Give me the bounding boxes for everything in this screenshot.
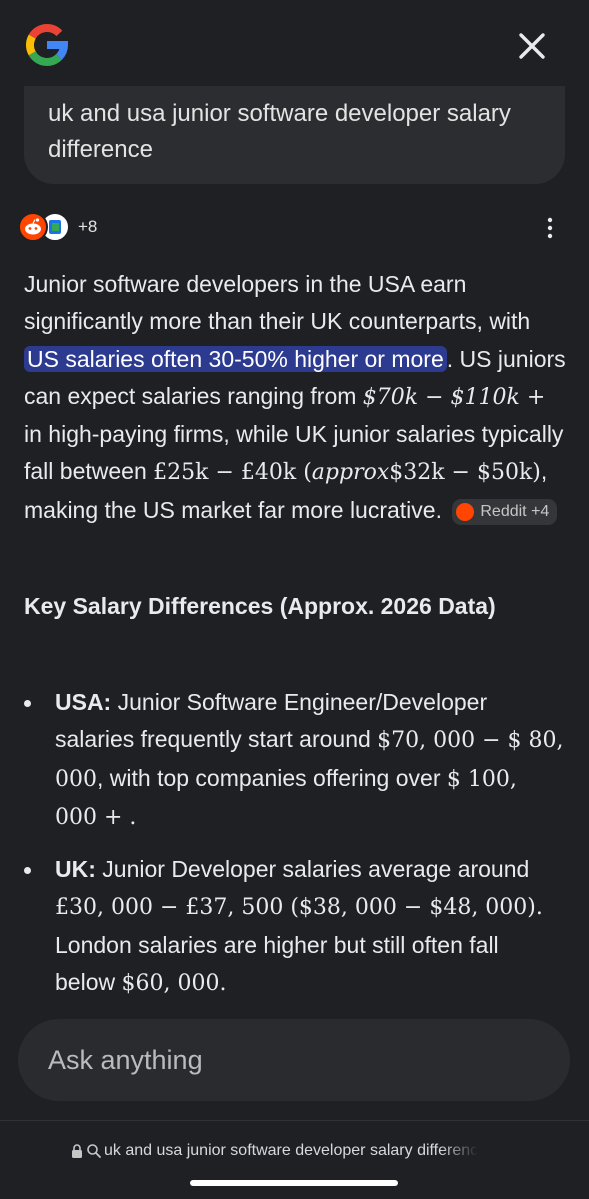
- search-icon: [87, 1144, 101, 1158]
- list-item: USA: Junior Software Engineer/Developer …: [24, 684, 564, 836]
- bullet-list: USA: Junior Software Engineer/Developer …: [24, 684, 564, 836]
- answer-highlight: US salaries often 30-50% higher or more: [24, 345, 447, 372]
- bullet-list: UK: Junior Developer salaries average ar…: [24, 851, 564, 1002]
- query-text: uk and usa junior software developer sal…: [48, 100, 511, 163]
- google-g-logo-icon: [25, 23, 69, 66]
- url-text: uk and usa junior software developer sal…: [104, 1142, 479, 1159]
- list-item: UK: Junior Developer salaries average ar…: [24, 851, 564, 1002]
- bullet-dot: [24, 700, 31, 707]
- url-bar[interactable]: uk and usa junior software developer sal…: [70, 1140, 520, 1162]
- citation-chip[interactable]: Reddit +4: [452, 498, 558, 525]
- divider: [0, 1120, 589, 1121]
- more-vert-icon: [547, 217, 553, 239]
- lock-icon: [72, 1144, 82, 1158]
- bullet-text: , with top companies offering over: [97, 764, 447, 791]
- google-logo: [22, 20, 72, 70]
- ai-answer-paragraph: Junior software developers in the USA ea…: [24, 266, 569, 529]
- home-indicator[interactable]: [190, 1180, 398, 1186]
- query-bubble: uk and usa junior software developer sal…: [24, 86, 565, 184]
- bullet-dot: [24, 867, 31, 874]
- sources-row[interactable]: +8: [18, 210, 97, 244]
- answer-text: Junior software developers in the USA ea…: [24, 271, 531, 335]
- reddit-icon: [456, 502, 475, 521]
- more-options-button[interactable]: [538, 216, 562, 240]
- section-heading: Key Salary Differences (Approx. 2026 Dat…: [24, 593, 496, 619]
- math-range-uk: £25k − £40k (: [153, 460, 312, 486]
- ask-placeholder: Ask anything: [48, 1044, 203, 1075]
- bullet-math: £30, 000 − £37, 500 ($38, 000 − $48, 000…: [55, 895, 543, 921]
- bullet-label: USA:: [55, 689, 112, 715]
- reddit-icon: [18, 212, 48, 242]
- ask-anything-input[interactable]: Ask anything: [18, 1019, 570, 1101]
- citation-label: Reddit +4: [480, 502, 550, 520]
- math-range-uk-usd: $32k − $50k): [389, 460, 541, 486]
- bullet-text: Junior Developer salaries average around: [95, 856, 530, 882]
- close-icon: [519, 33, 545, 59]
- math-approx: approx: [311, 460, 390, 486]
- math-range-us: $70k − $110k +: [362, 384, 546, 410]
- bullet-math: $60, 000.: [121, 970, 227, 996]
- bullet-label: UK:: [55, 856, 96, 882]
- close-button[interactable]: [512, 26, 552, 66]
- sources-more-count: +8: [78, 217, 98, 236]
